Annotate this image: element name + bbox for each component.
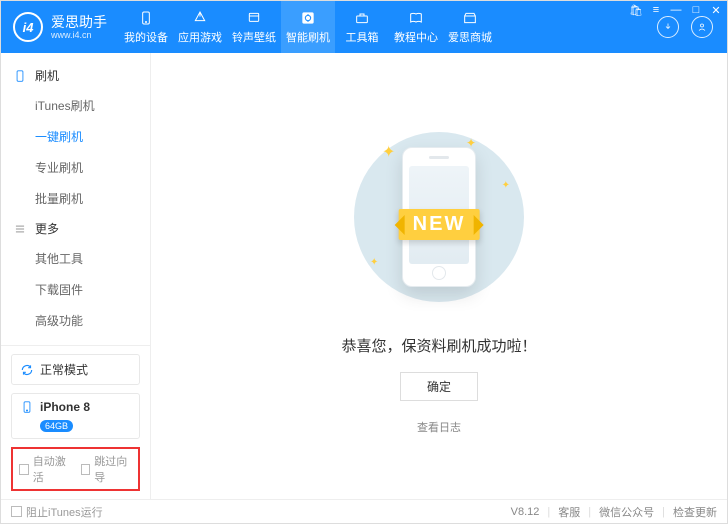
logo-icon: i4 [13, 12, 43, 42]
app-window: 🛍 ≡ — □ ✕ i4 爱思助手 www.i4.cn 我的设备 应用游戏 [0, 0, 728, 524]
nav-label: 教程中心 [394, 29, 438, 45]
device-mode[interactable]: 正常模式 [11, 354, 140, 385]
check-update-link[interactable]: 检查更新 [673, 504, 717, 520]
support-link[interactable]: 客服 [558, 504, 580, 520]
nav-label: 爱思商城 [448, 29, 492, 45]
new-ribbon: NEW [399, 209, 480, 240]
refresh-icon [20, 363, 34, 377]
nav-my-device[interactable]: 我的设备 [119, 1, 173, 53]
ok-button[interactable]: 确定 [400, 372, 478, 401]
checkbox-icon [19, 464, 29, 475]
download-button[interactable] [657, 16, 679, 38]
list-icon [13, 222, 27, 236]
sidebar-group-flash[interactable]: 刷机 [1, 61, 150, 90]
group-label: 刷机 [35, 67, 59, 84]
sidebar-item-batch-flash[interactable]: 批量刷机 [1, 183, 150, 214]
main-content: ✦ ✦ ✦ ✦ NEW 恭喜您，保资料刷机成功啦！ 确定 查看日志 [151, 53, 727, 499]
flash-icon [299, 10, 317, 26]
sidebar-item-oneclick-flash[interactable]: 一键刷机 [1, 121, 150, 152]
main-nav: 我的设备 应用游戏 铃声壁纸 智能刷机 工具箱 教程中心 [119, 1, 643, 53]
block-itunes-checkbox[interactable]: 阻止iTunes运行 [11, 504, 103, 520]
nav-label: 工具箱 [346, 29, 379, 45]
brand-name: 爱思助手 [51, 14, 107, 31]
header: 🛍 ≡ — □ ✕ i4 爱思助手 www.i4.cn 我的设备 应用游戏 [1, 1, 727, 53]
nav-label: 应用游戏 [178, 29, 222, 45]
wechat-link[interactable]: 微信公众号 [599, 504, 654, 520]
user-button[interactable] [691, 16, 713, 38]
sidebar-item-itunes-flash[interactable]: iTunes刷机 [1, 90, 150, 121]
mode-label: 正常模式 [40, 361, 88, 378]
version-label: V8.12 [511, 506, 540, 518]
body: 刷机 iTunes刷机 一键刷机 专业刷机 批量刷机 更多 其他工具 下载固件 … [1, 53, 727, 499]
success-illustration: ✦ ✦ ✦ ✦ NEW [319, 117, 559, 317]
nav-ringtones[interactable]: 铃声壁纸 [227, 1, 281, 53]
sidebar-item-pro-flash[interactable]: 专业刷机 [1, 152, 150, 183]
sidebar-item-download-firmware[interactable]: 下载固件 [1, 274, 150, 305]
apps-icon [191, 10, 209, 26]
close-button[interactable]: ✕ [709, 3, 723, 17]
highlighted-options: 自动激活 跳过向导 [11, 447, 140, 491]
minimize-button[interactable]: — [669, 3, 683, 17]
phone-outline-icon [13, 69, 27, 83]
sidebar-group-more[interactable]: 更多 [1, 214, 150, 243]
success-message: 恭喜您，保资料刷机成功啦！ [341, 335, 536, 356]
nav-apps[interactable]: 应用游戏 [173, 1, 227, 53]
nav-label: 智能刷机 [286, 29, 330, 45]
nav-tutorials[interactable]: 教程中心 [389, 1, 443, 53]
menu-icon[interactable]: ≡ [649, 3, 663, 17]
sidebar-item-other-tools[interactable]: 其他工具 [1, 243, 150, 274]
skip-wizard-checkbox[interactable]: 跳过向导 [81, 453, 133, 485]
phone-icon [137, 10, 155, 26]
footer: 阻止iTunes运行 V8.12 | 客服 | 微信公众号 | 检查更新 [1, 499, 727, 523]
view-log-link[interactable]: 查看日志 [417, 419, 461, 435]
device-info[interactable]: iPhone 8 64GB [11, 393, 140, 439]
sidebar-item-advanced[interactable]: 高级功能 [1, 305, 150, 336]
chk-label: 阻止iTunes运行 [26, 504, 103, 520]
checkbox-icon [81, 464, 91, 475]
brand-logo[interactable]: i4 爱思助手 www.i4.cn [1, 1, 119, 53]
device-name: iPhone 8 [40, 400, 90, 414]
chk-label: 自动激活 [33, 453, 71, 485]
nav-store[interactable]: 爱思商城 [443, 1, 497, 53]
storage-badge: 64GB [40, 420, 73, 432]
nav-toolbox[interactable]: 工具箱 [335, 1, 389, 53]
toolbox-icon [353, 10, 371, 26]
device-phone-icon [20, 400, 34, 414]
brand-url: www.i4.cn [51, 30, 107, 40]
store-icon [461, 10, 479, 26]
nav-flash[interactable]: 智能刷机 [281, 1, 335, 53]
sidebar-bottom: 正常模式 iPhone 8 64GB 自动激活 跳过向导 [1, 345, 150, 499]
window-controls: 🛍 ≡ — □ ✕ [629, 3, 723, 17]
ringtone-icon [245, 10, 263, 26]
nav-label: 我的设备 [124, 29, 168, 45]
nav-label: 铃声壁纸 [232, 29, 276, 45]
book-icon [407, 10, 425, 26]
sidebar: 刷机 iTunes刷机 一键刷机 专业刷机 批量刷机 更多 其他工具 下载固件 … [1, 53, 151, 499]
cart-icon[interactable]: 🛍 [629, 3, 643, 17]
chk-label: 跳过向导 [94, 453, 132, 485]
checkbox-icon [11, 506, 22, 517]
maximize-button[interactable]: □ [689, 3, 703, 17]
auto-activate-checkbox[interactable]: 自动激活 [19, 453, 71, 485]
group-label: 更多 [35, 220, 59, 237]
